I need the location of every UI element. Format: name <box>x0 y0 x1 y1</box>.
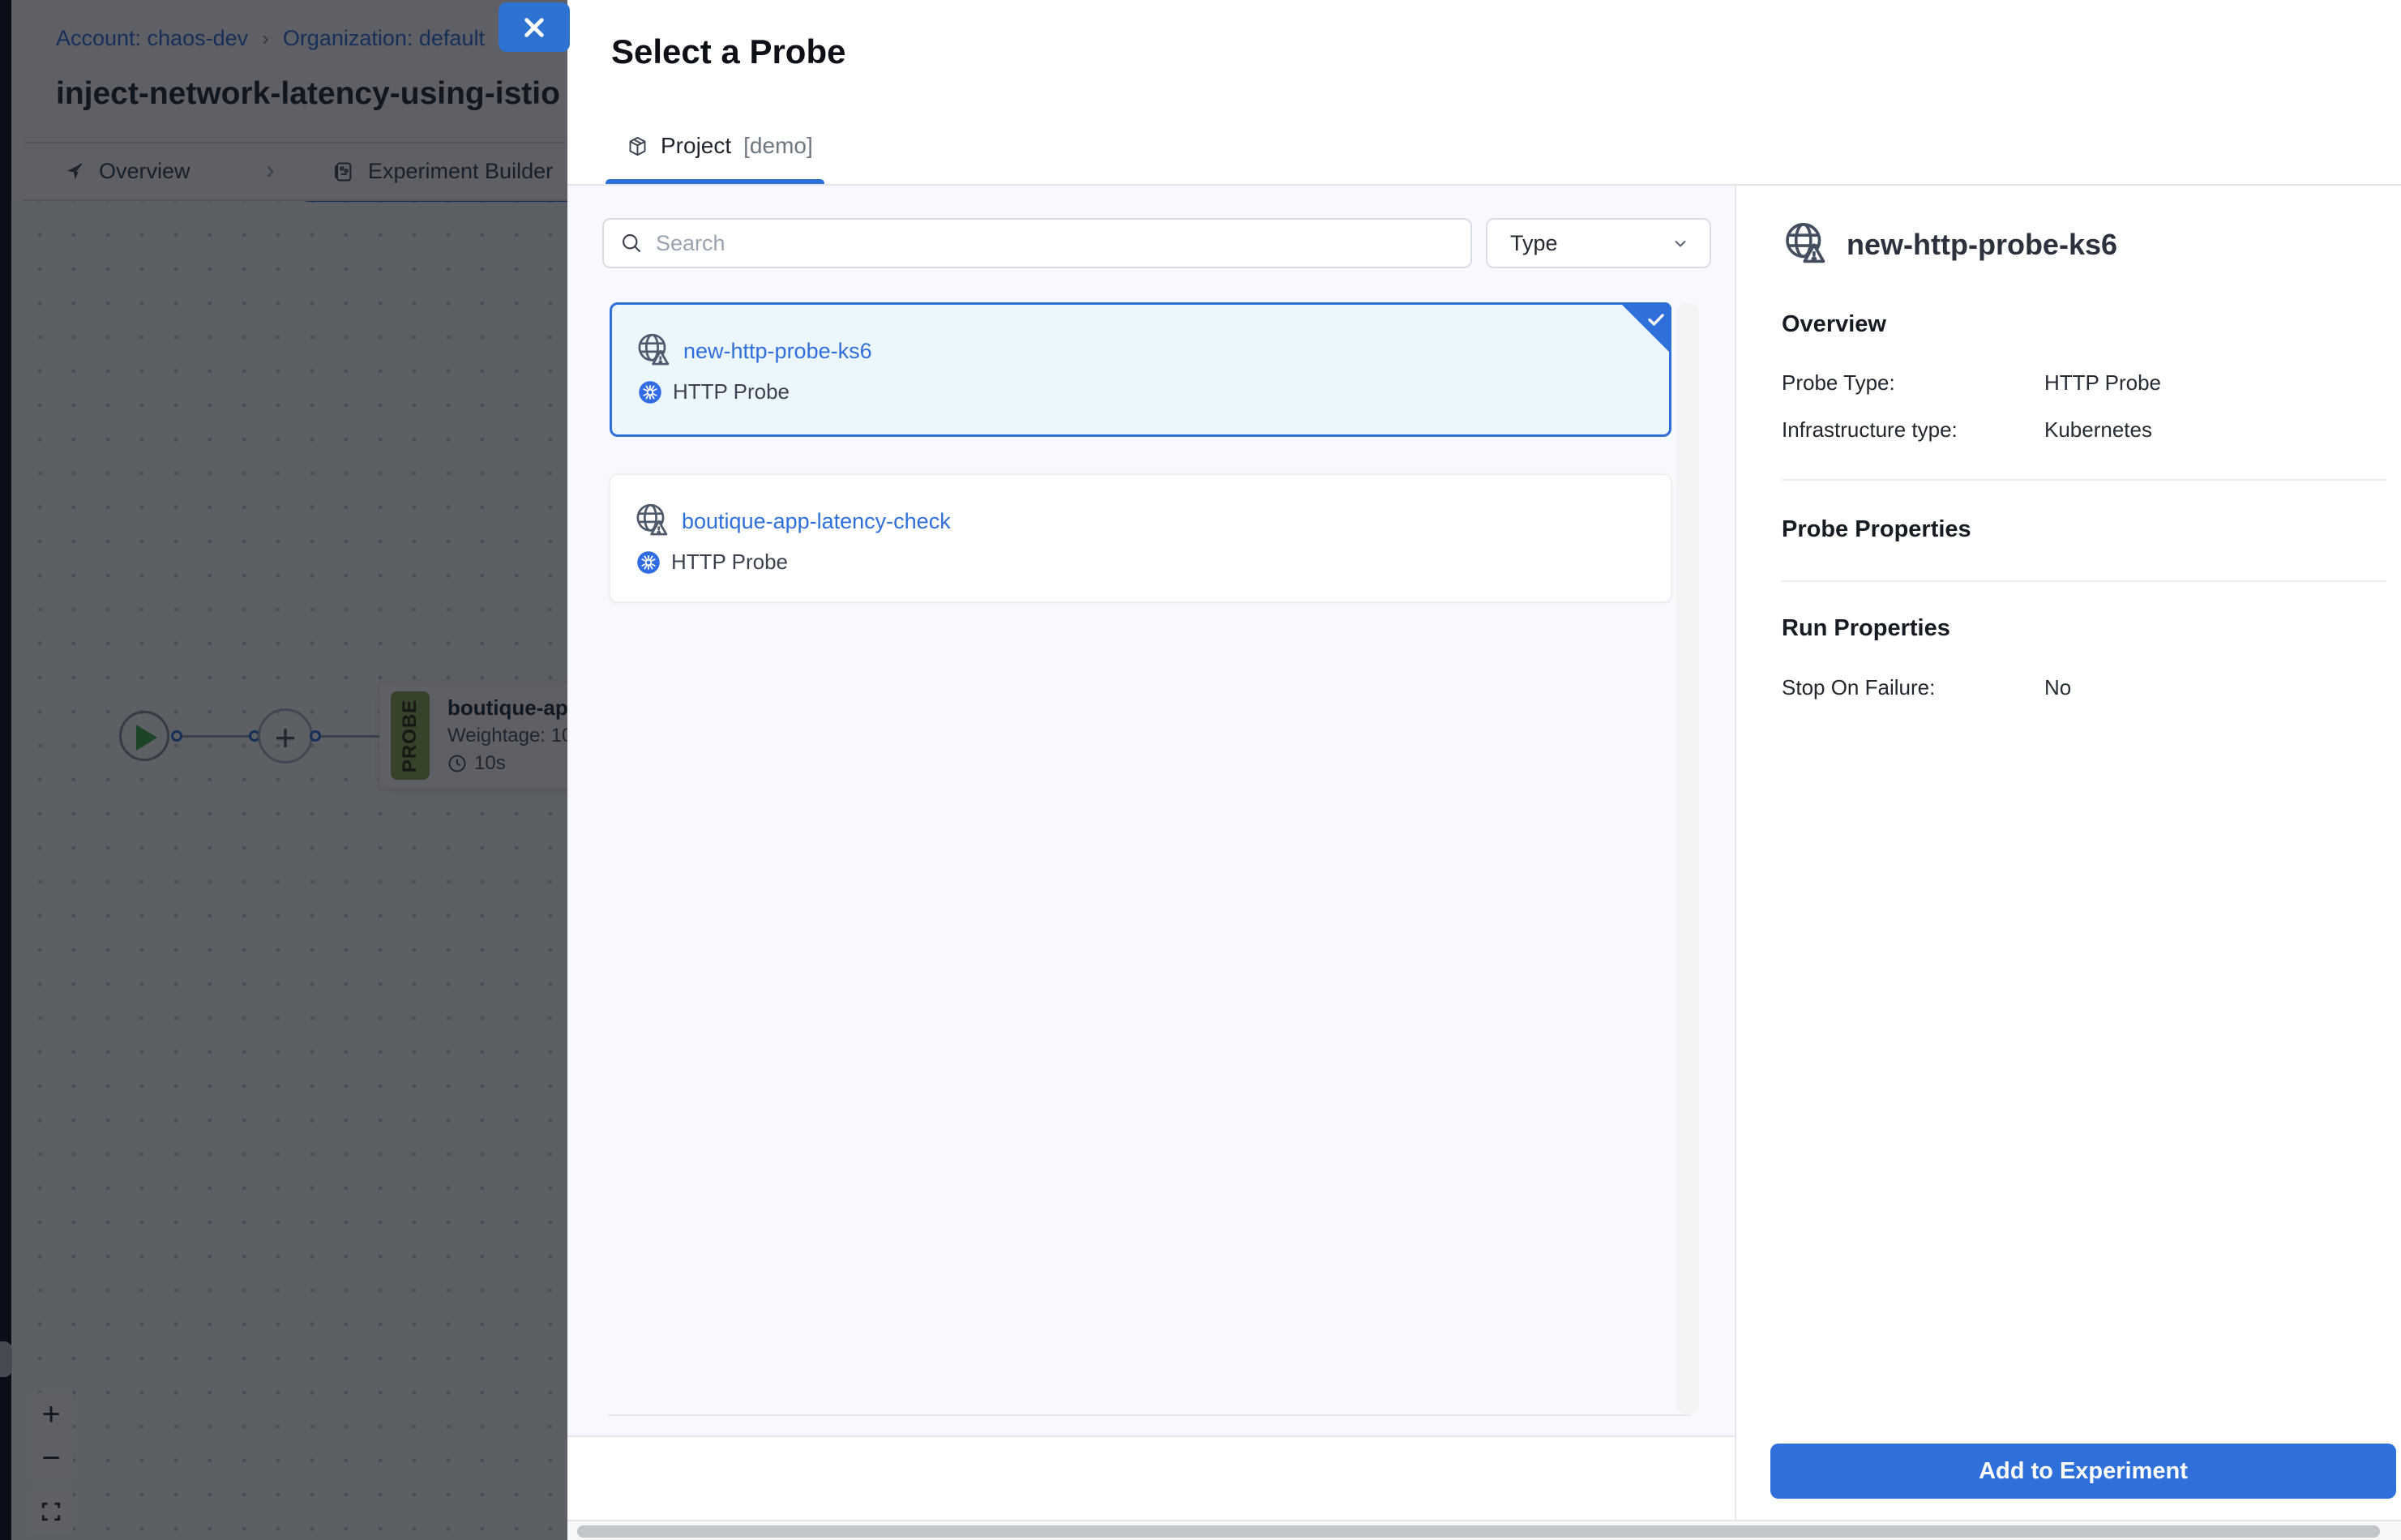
section-divider <box>1782 479 2386 481</box>
probe-type-row: Probe Type: HTTP Probe <box>1782 370 2382 396</box>
probe-type-row: HTTP Probe <box>638 379 790 404</box>
list-scrollbar-track[interactable] <box>1676 302 1699 1414</box>
app-root: Account: chaos-dev › Organization: defau… <box>0 0 2401 1540</box>
row-value: Kubernetes <box>2044 417 2152 443</box>
kubernetes-icon <box>638 380 662 404</box>
section-divider <box>1782 580 2386 582</box>
close-modal-button[interactable] <box>499 2 570 52</box>
probe-name-link[interactable]: boutique-app-latency-check <box>682 509 951 534</box>
select-probe-modal: Select a Probe Project [demo] Type <box>567 0 2401 1540</box>
check-icon <box>1646 310 1666 329</box>
http-probe-globe-icon <box>635 503 670 540</box>
probe-card[interactable]: boutique-app-latency-check HTTP Probe <box>610 474 1671 602</box>
infrastructure-type-row: Infrastructure type: Kubernetes <box>1782 417 2382 443</box>
horizontal-scrollbar-thumb[interactable] <box>577 1525 2380 1538</box>
probe-details-panel: new-http-probe-ks6 Overview Probe Type: … <box>1735 186 2401 1540</box>
row-label: Infrastructure type: <box>1782 417 2044 443</box>
search-input[interactable] <box>656 231 1454 256</box>
modal-title: Select a Probe <box>611 32 845 71</box>
type-filter-label: Type <box>1510 231 1558 256</box>
probe-details-name: new-http-probe-ks6 <box>1847 228 2117 262</box>
probe-name-link[interactable]: new-http-probe-ks6 <box>683 339 872 364</box>
add-to-experiment-button[interactable]: Add to Experiment <box>1770 1444 2396 1499</box>
tab-project[interactable]: Project [demo] <box>627 133 813 159</box>
horizontal-scrollbar-track[interactable] <box>567 1520 2401 1540</box>
row-value: No <box>2044 675 2071 700</box>
kubernetes-icon <box>636 550 661 575</box>
probe-list-section: Type new-http-probe-ks6 HTTP Probe <box>567 186 1735 1540</box>
modal-backdrop[interactable] <box>0 0 567 1540</box>
http-probe-globe-icon <box>1783 221 1829 268</box>
probe-type-label: HTTP Probe <box>673 379 790 404</box>
tab-project-scope: [demo] <box>743 133 813 159</box>
http-probe-globe-icon <box>636 332 672 370</box>
list-bottom-divider <box>608 1414 1691 1416</box>
package-icon <box>627 135 648 157</box>
type-filter-dropdown[interactable]: Type <box>1486 218 1711 268</box>
search-box <box>602 218 1472 268</box>
stop-on-failure-row: Stop On Failure: No <box>1782 675 2382 700</box>
row-label: Probe Type: <box>1782 370 2044 396</box>
run-properties-heading: Run Properties <box>1782 615 1950 642</box>
probe-properties-heading: Probe Properties <box>1782 516 1971 543</box>
probe-card-selected[interactable]: new-http-probe-ks6 HTTP Probe <box>610 302 1671 437</box>
probe-type-row: HTTP Probe <box>636 550 788 575</box>
row-label: Stop On Failure: <box>1782 675 2044 700</box>
selected-check-corner <box>1620 302 1671 354</box>
close-icon <box>521 15 547 41</box>
probe-type-label: HTTP Probe <box>671 550 788 575</box>
row-value: HTTP Probe <box>2044 370 2161 396</box>
overview-heading: Overview <box>1782 311 1886 338</box>
probe-details-header: new-http-probe-ks6 <box>1783 221 2117 268</box>
tab-project-label: Project <box>661 133 731 159</box>
chevron-down-icon <box>1671 233 1690 253</box>
search-icon <box>620 232 643 255</box>
